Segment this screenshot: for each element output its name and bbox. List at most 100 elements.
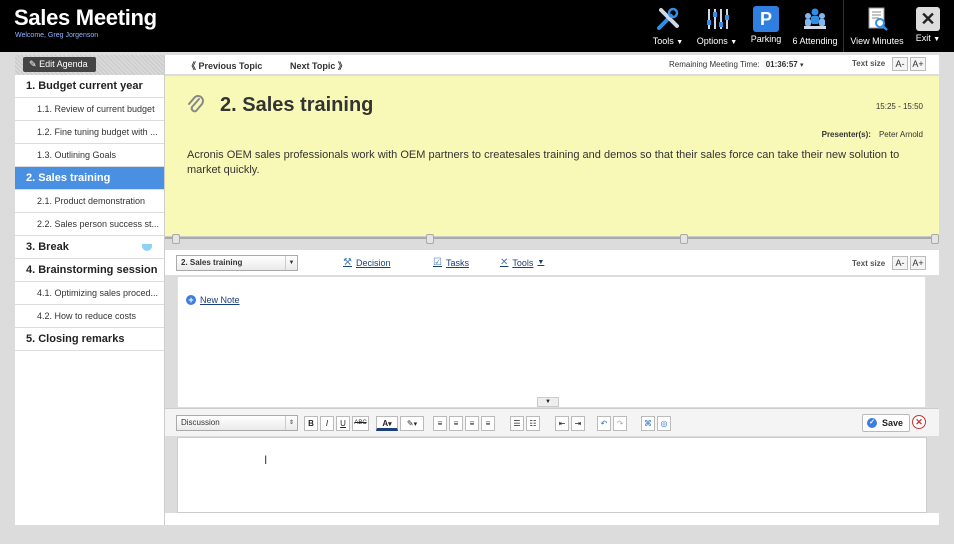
agenda-item-label: 1.1. Review of current budget	[37, 104, 155, 114]
agenda-item-label: 1.3. Outlining Goals	[37, 150, 117, 160]
chevron-down-icon: ▼	[285, 256, 297, 270]
text-larger-button[interactable]: A+	[910, 256, 926, 270]
edit-agenda-button[interactable]: ✎ Edit Agenda	[23, 57, 96, 72]
topic-select[interactable]: 2. Sales training ▼	[176, 255, 298, 271]
numbered-list-icon[interactable]: ☷	[526, 416, 540, 431]
agenda-item-label: 4.1. Optimizing sales proced...	[37, 288, 159, 298]
agenda-item-label: 2.1. Product demonstration	[37, 196, 146, 206]
agenda-sidebar: ✎ Edit Agenda 1. Budget current year 1.1…	[15, 55, 165, 525]
splitter-handle[interactable]	[172, 234, 180, 244]
tools-menu-button[interactable]: Tools ▼	[650, 4, 686, 50]
presenter-label: Presenter(s):	[821, 130, 871, 139]
underline-button[interactable]: U	[336, 416, 350, 431]
tasks-label: Tasks	[445, 257, 469, 268]
previous-topic-button[interactable]: 《 Previous Topic	[187, 59, 262, 72]
agenda-subitem[interactable]: 1.2. Fine tuning budget with ...	[15, 121, 164, 144]
chevron-down-icon: ▼	[676, 39, 684, 46]
save-label: Save	[882, 418, 904, 428]
wrench-screwdriver-icon	[653, 4, 683, 34]
double-chevron-right-icon: 》	[337, 61, 347, 71]
italic-button[interactable]: I	[320, 416, 334, 431]
notes-toolbar: 2. Sales training ▼ ⚒ Decision ☑ Tasks ✕ To…	[165, 250, 939, 276]
double-chevron-left-icon: 《	[187, 61, 197, 71]
text-smaller-button[interactable]: A-	[892, 256, 908, 270]
agenda-subitem[interactable]: 1.1. Review of current budget	[15, 98, 164, 121]
agenda-item-label: 5. Closing remarks	[26, 333, 125, 345]
attending-button[interactable]: 6 Attending	[792, 4, 838, 50]
new-note-button[interactable]: + New Note	[186, 295, 240, 305]
undo-icon[interactable]: ↶	[597, 416, 611, 431]
align-right-icon[interactable]: ≡	[465, 416, 479, 431]
attending-label: 6 Attending	[792, 36, 838, 46]
exit-button[interactable]: ✕ Exit ▼	[912, 4, 944, 50]
people-icon	[800, 4, 830, 34]
tools-dropdown[interactable]: ✕ Tools ▼	[500, 257, 544, 268]
view-minutes-button[interactable]: View Minutes	[850, 4, 904, 50]
remaining-time[interactable]: Remaining Meeting Time: 01:36:57 ▾	[669, 60, 804, 69]
chevron-down-icon: ▼	[933, 36, 941, 43]
link-globe-icon[interactable]: ◎	[657, 416, 671, 431]
tasks-button[interactable]: ☑ Tasks	[433, 257, 469, 268]
remaining-time-label: Remaining Meeting Time:	[669, 60, 760, 69]
topic-panel: 2. Sales training 15:25 - 15:50 Presente…	[165, 76, 939, 238]
agenda-item[interactable]: 5. Closing remarks	[15, 328, 164, 351]
handshake-icon: ⚒	[343, 257, 352, 268]
topic-description: Acronis OEM sales professionals work wit…	[187, 149, 900, 176]
decision-label: Decision	[355, 257, 391, 268]
highlight-button[interactable]: ✎▾	[400, 416, 424, 431]
options-menu-button[interactable]: Options ▼	[695, 4, 739, 50]
editor-toolbar: Discussion ⇕ B I U ABC A▾ ✎▾ ≡ ≡ ≡ ≡ ☰ ☷…	[165, 408, 939, 436]
collapse-arrow-icon[interactable]: ▼	[537, 397, 559, 407]
pencil-icon: ✎	[29, 59, 37, 69]
redo-icon[interactable]: ↷	[613, 416, 627, 431]
indent-icon[interactable]: ⇥	[571, 416, 585, 431]
save-button[interactable]: ✓ Save	[862, 414, 911, 432]
new-note-label: New Note	[200, 295, 240, 305]
agenda-subitem[interactable]: 4.1. Optimizing sales proced...	[15, 282, 164, 305]
outdent-icon[interactable]: ⇤	[555, 416, 569, 431]
header-divider	[843, 0, 844, 52]
align-center-icon[interactable]: ≡	[449, 416, 463, 431]
text-smaller-button[interactable]: A-	[892, 57, 908, 71]
text-larger-button[interactable]: A+	[910, 57, 926, 71]
splitter-handle[interactable]	[680, 234, 688, 244]
agenda-subitem[interactable]: 4.2. How to reduce costs	[15, 305, 164, 328]
cancel-icon[interactable]: ✕	[912, 415, 926, 429]
sliders-icon	[702, 4, 732, 34]
strikethrough-button[interactable]: ABC	[352, 416, 369, 431]
presenter-line: Presenter(s): Peter Arnold	[822, 130, 923, 139]
bullet-list-icon[interactable]: ☰	[510, 416, 524, 431]
parking-button[interactable]: P Parking	[748, 4, 784, 50]
align-left-icon[interactable]: ≡	[433, 416, 447, 431]
app-header: Sales Meeting Welcome, Greg Jorgenson To…	[0, 0, 954, 52]
edit-agenda-bar: ✎ Edit Agenda	[15, 55, 164, 75]
agenda-item-active[interactable]: 2. Sales training	[15, 167, 164, 190]
font-color-button[interactable]: A▾	[376, 416, 398, 431]
note-type-select[interactable]: Discussion ⇕	[176, 415, 298, 431]
attachment-icon[interactable]: ⌘	[641, 416, 655, 431]
splitter-handle[interactable]	[931, 234, 939, 244]
next-topic-button[interactable]: Next Topic 》	[290, 59, 347, 72]
wrench-icon: ✕	[500, 257, 509, 268]
topic-title: 2. Sales training	[220, 94, 374, 116]
agenda-item[interactable]: 3. Break	[15, 236, 164, 259]
panel-splitter[interactable]	[165, 234, 939, 244]
agenda-subitem[interactable]: 2.1. Product demonstration	[15, 190, 164, 213]
agenda-subitem[interactable]: 1.3. Outlining Goals	[15, 144, 164, 167]
presenter-name: Peter Arnold	[878, 130, 923, 139]
bold-button[interactable]: B	[304, 416, 318, 431]
agenda-item-label: 4. Brainstorming session	[26, 264, 158, 276]
splitter-handle[interactable]	[426, 234, 434, 244]
decision-button[interactable]: ⚒ Decision	[343, 257, 390, 268]
topic-select-value: 2. Sales training	[181, 258, 243, 267]
chevron-down-icon: ▾	[388, 421, 392, 428]
checklist-icon: ☑	[433, 257, 442, 268]
agenda-item[interactable]: 1. Budget current year	[15, 75, 164, 98]
agenda-subitem[interactable]: 2.2. Sales person success st...	[15, 213, 164, 236]
align-justify-icon[interactable]: ≡	[481, 416, 495, 431]
note-editor[interactable]: I	[177, 437, 927, 513]
paperclip-icon[interactable]	[187, 94, 205, 116]
check-icon: ✓	[867, 418, 877, 428]
agenda-item[interactable]: 4. Brainstorming session	[15, 259, 164, 282]
text-size-label: Text size	[852, 59, 886, 68]
